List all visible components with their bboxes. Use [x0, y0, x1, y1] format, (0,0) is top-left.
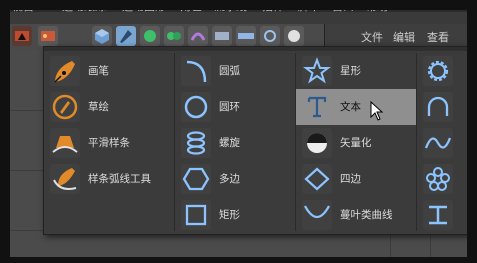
tool-rectangle-label: 矩形 [219, 209, 240, 221]
tool-star-label: 星形 [340, 65, 361, 77]
film-icon [41, 31, 55, 41]
circle-icon [181, 92, 211, 122]
cissoid-icon [302, 200, 332, 230]
toolbar-light-button[interactable] [284, 26, 304, 46]
frame-border-right [467, 0, 477, 263]
toolbar-pen-button[interactable] [116, 26, 136, 46]
tool-four-side[interactable]: 四边 [296, 161, 416, 197]
pen-icon [120, 30, 132, 43]
tool-wave[interactable] [417, 125, 468, 161]
tool-vectorize[interactable]: 矢量化 [296, 125, 416, 161]
toolbar-cube-button[interactable] [92, 26, 112, 46]
tab-file[interactable]: 文件 [361, 29, 383, 45]
popup-column-3: 星形 文本 矢量化 四边 蔓叶类曲线 [296, 53, 416, 231]
tab-edit[interactable]: 编辑 [393, 29, 415, 45]
toolbar-array-button[interactable] [164, 26, 184, 46]
tool-text[interactable]: 文本 [296, 89, 416, 125]
tool-four-side-label: 四边 [340, 173, 361, 185]
tool-smooth-spline[interactable]: 平滑样条 [44, 125, 174, 161]
toolbar-floor-button[interactable] [236, 26, 256, 46]
pen-icon [50, 56, 80, 86]
tool-star[interactable]: 星形 [296, 53, 416, 89]
tool-cissoid-label: 蔓叶类曲线 [340, 209, 393, 221]
tool-arc-label: 圆弧 [219, 65, 240, 77]
array-icon [167, 32, 181, 40]
toolbar-record-button[interactable] [12, 26, 32, 46]
tool-circle-label: 圆环 [219, 101, 240, 113]
camera-icon [264, 30, 276, 42]
cube-icon [95, 29, 109, 44]
tool-sketch-label: 草绘 [88, 101, 109, 113]
diamond-icon [302, 164, 332, 194]
helix-icon [181, 128, 211, 158]
toolbar-deformer-button[interactable] [188, 26, 208, 46]
toolbar-nurbs-button[interactable] [140, 26, 160, 46]
tool-polygon[interactable]: 多边 [175, 161, 295, 197]
spline-tools-popup: 画笔 草绘 平滑样条 样条弧线工具 圆弧 圆环 螺旋 多边 矩形 星形 文本 矢… [43, 46, 469, 235]
toolbar-scene-button[interactable] [212, 26, 232, 46]
tool-text-label: 文本 [340, 101, 361, 113]
tool-circle[interactable]: 圆环 [175, 89, 295, 125]
frame-border-left [0, 0, 10, 263]
light-icon [288, 30, 300, 42]
arch-icon [423, 92, 453, 122]
frame-border-bottom [0, 257, 477, 263]
popup-column-4 [417, 53, 468, 231]
popup-column-2: 圆弧 圆环 螺旋 多边 矩形 [175, 53, 295, 231]
smooth-spline-icon [50, 128, 80, 158]
deformer-icon [190, 32, 206, 41]
arc-tool-icon [50, 164, 80, 194]
frame-border-top [0, 0, 477, 10]
tool-flower[interactable] [417, 161, 468, 197]
star-icon [302, 56, 332, 86]
tool-cog[interactable] [417, 53, 468, 89]
tool-helix-label: 螺旋 [219, 137, 240, 149]
tool-spline-arc[interactable]: 样条弧线工具 [44, 161, 174, 197]
nurbs-icon [144, 30, 156, 42]
tool-cissoid[interactable]: 蔓叶类曲线 [296, 197, 416, 233]
arc-icon [181, 56, 211, 86]
flower-icon [423, 164, 453, 194]
tool-profile[interactable] [417, 197, 468, 231]
toolbar-animation-button[interactable] [38, 26, 58, 46]
tab-view[interactable]: 查看 [427, 29, 449, 45]
text-icon [302, 92, 332, 122]
record-icon [15, 31, 29, 41]
profile-icon [423, 200, 453, 230]
scene-icon [215, 32, 229, 40]
tool-rectangle[interactable]: 矩形 [175, 197, 295, 233]
tool-arch[interactable] [417, 89, 468, 125]
tool-arc[interactable]: 圆弧 [175, 53, 295, 89]
polygon-icon [181, 164, 211, 194]
tool-pen-label: 画笔 [88, 65, 109, 77]
tool-polygon-label: 多边 [219, 173, 240, 185]
popup-column-1: 画笔 草绘 平滑样条 样条弧线工具 [44, 53, 174, 231]
toolbar-camera-button[interactable] [260, 26, 280, 46]
tool-vectorize-label: 矢量化 [340, 137, 372, 149]
tool-pen[interactable]: 画笔 [44, 53, 174, 89]
tool-smooth-spline-label: 平滑样条 [88, 137, 130, 149]
wave-icon [423, 128, 453, 158]
rectangle-icon [181, 200, 211, 230]
vectorize-icon [302, 128, 332, 158]
floor-icon [238, 33, 254, 39]
sketch-icon [50, 92, 80, 122]
tool-sketch[interactable]: 草绘 [44, 89, 174, 125]
cog-shape-icon [423, 56, 453, 86]
mouse-cursor-icon [370, 101, 384, 121]
app-window: 视窗 运动跟踪 运动图形 角色 流水线 插件 脚本 窗口 帮助 [0, 0, 477, 263]
popup-header-strip [44, 47, 468, 51]
tool-spline-arc-label: 样条弧线工具 [88, 173, 151, 185]
tool-helix[interactable]: 螺旋 [175, 125, 295, 161]
